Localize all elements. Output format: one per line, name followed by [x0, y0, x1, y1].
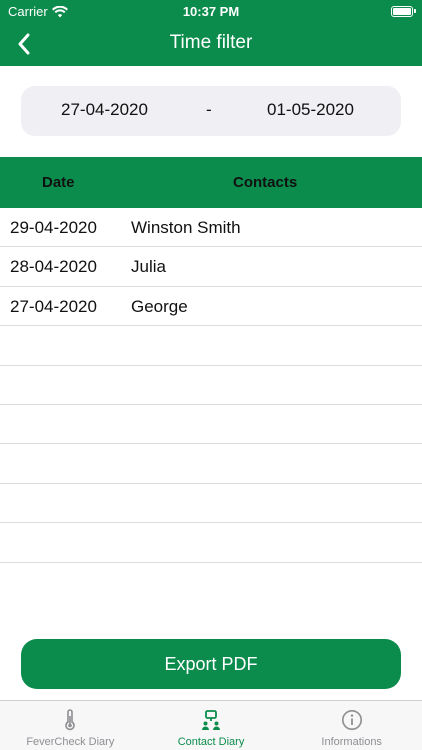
table-row[interactable]: 28-04-2020 Julia: [0, 247, 422, 287]
contacts-icon: [202, 710, 220, 730]
table-header: Date Contacts: [0, 157, 422, 208]
table-row[interactable]: 27-04-2020 George: [0, 287, 422, 327]
table-row-empty: [0, 523, 422, 563]
table-row-empty: [0, 444, 422, 484]
row-date: 27-04-2020: [10, 296, 97, 316]
tab-bar: FeverCheck Diary Contact Diary Informati…: [0, 700, 422, 750]
nav-bar: Time filter: [0, 22, 422, 66]
chevron-left-icon: [18, 33, 30, 55]
table-row[interactable]: 29-04-2020 Winston Smith: [0, 208, 422, 248]
table-row-empty: [0, 326, 422, 366]
row-date: 29-04-2020: [10, 218, 97, 237]
export-pdf-button[interactable]: Export PDF: [21, 639, 401, 689]
row-contact: Julia: [131, 257, 166, 277]
column-header-contacts: Contacts: [233, 174, 298, 191]
thermometer-icon: [65, 709, 76, 731]
app-header: Carrier 10:37 PM Time filter: [0, 0, 422, 66]
info-icon: [341, 710, 362, 730]
row-contact: Winston Smith: [131, 218, 241, 237]
back-button[interactable]: [6, 26, 42, 62]
date-range-picker: 27-04-2020 - 01-05-2020: [21, 86, 401, 136]
status-bar: Carrier 10:37 PM: [0, 0, 422, 22]
from-date-field[interactable]: 27-04-2020: [61, 100, 148, 120]
clock: 10:37 PM: [182, 4, 240, 19]
battery-icon: [391, 6, 416, 17]
page-title: Time filter: [169, 32, 253, 53]
row-contact: George: [131, 296, 188, 316]
contact-list: 29-04-2020 Winston Smith 28-04-2020 Juli…: [0, 208, 422, 602]
tab-label: Informations: [321, 736, 382, 748]
table-row-empty: [0, 563, 422, 602]
tab-label: FeverCheck Diary: [26, 736, 115, 748]
table-row-empty: [0, 405, 422, 445]
tab-label: Contact Diary: [177, 736, 245, 748]
table-row-empty: [0, 366, 422, 405]
row-date: 28-04-2020: [10, 257, 97, 277]
tab-contact-diary[interactable]: Contact Diary: [141, 701, 282, 750]
tab-fevercheck-diary[interactable]: FeverCheck Diary: [0, 701, 141, 750]
tab-informations[interactable]: Informations: [281, 701, 422, 750]
column-header-date: Date: [42, 174, 75, 191]
date-separator: -: [206, 100, 212, 119]
to-date-field[interactable]: 01-05-2020: [267, 100, 354, 120]
table-row-empty: [0, 484, 422, 524]
